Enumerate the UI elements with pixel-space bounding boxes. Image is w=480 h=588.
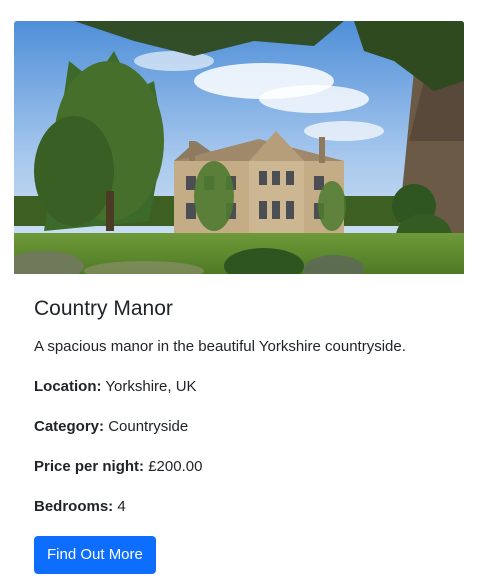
detail-location: Location: Yorkshire, UK xyxy=(34,377,444,397)
detail-label: Bedrooms: xyxy=(34,498,114,515)
detail-price: Price per night: £200.00 xyxy=(34,457,444,477)
find-out-more-button[interactable]: Find Out More xyxy=(34,536,156,574)
detail-label: Category: xyxy=(34,418,105,435)
property-title: Country Manor xyxy=(34,297,173,320)
detail-category: Category: Countryside xyxy=(34,417,444,437)
detail-label: Price per night: xyxy=(34,458,145,475)
detail-value: Yorkshire, UK xyxy=(105,378,197,395)
detail-bedrooms: Bedrooms: 4 xyxy=(34,497,444,517)
detail-value: 4 xyxy=(117,498,126,515)
detail-value: Countryside xyxy=(108,418,189,435)
property-description: A spacious manor in the beautiful Yorksh… xyxy=(34,338,406,355)
property-card: Country Manor A spacious manor in the be… xyxy=(14,21,464,574)
property-image xyxy=(14,21,464,274)
detail-label: Location: xyxy=(34,378,102,395)
card-body: Country Manor A spacious manor in the be… xyxy=(14,296,464,574)
detail-value: £200.00 xyxy=(148,458,203,475)
